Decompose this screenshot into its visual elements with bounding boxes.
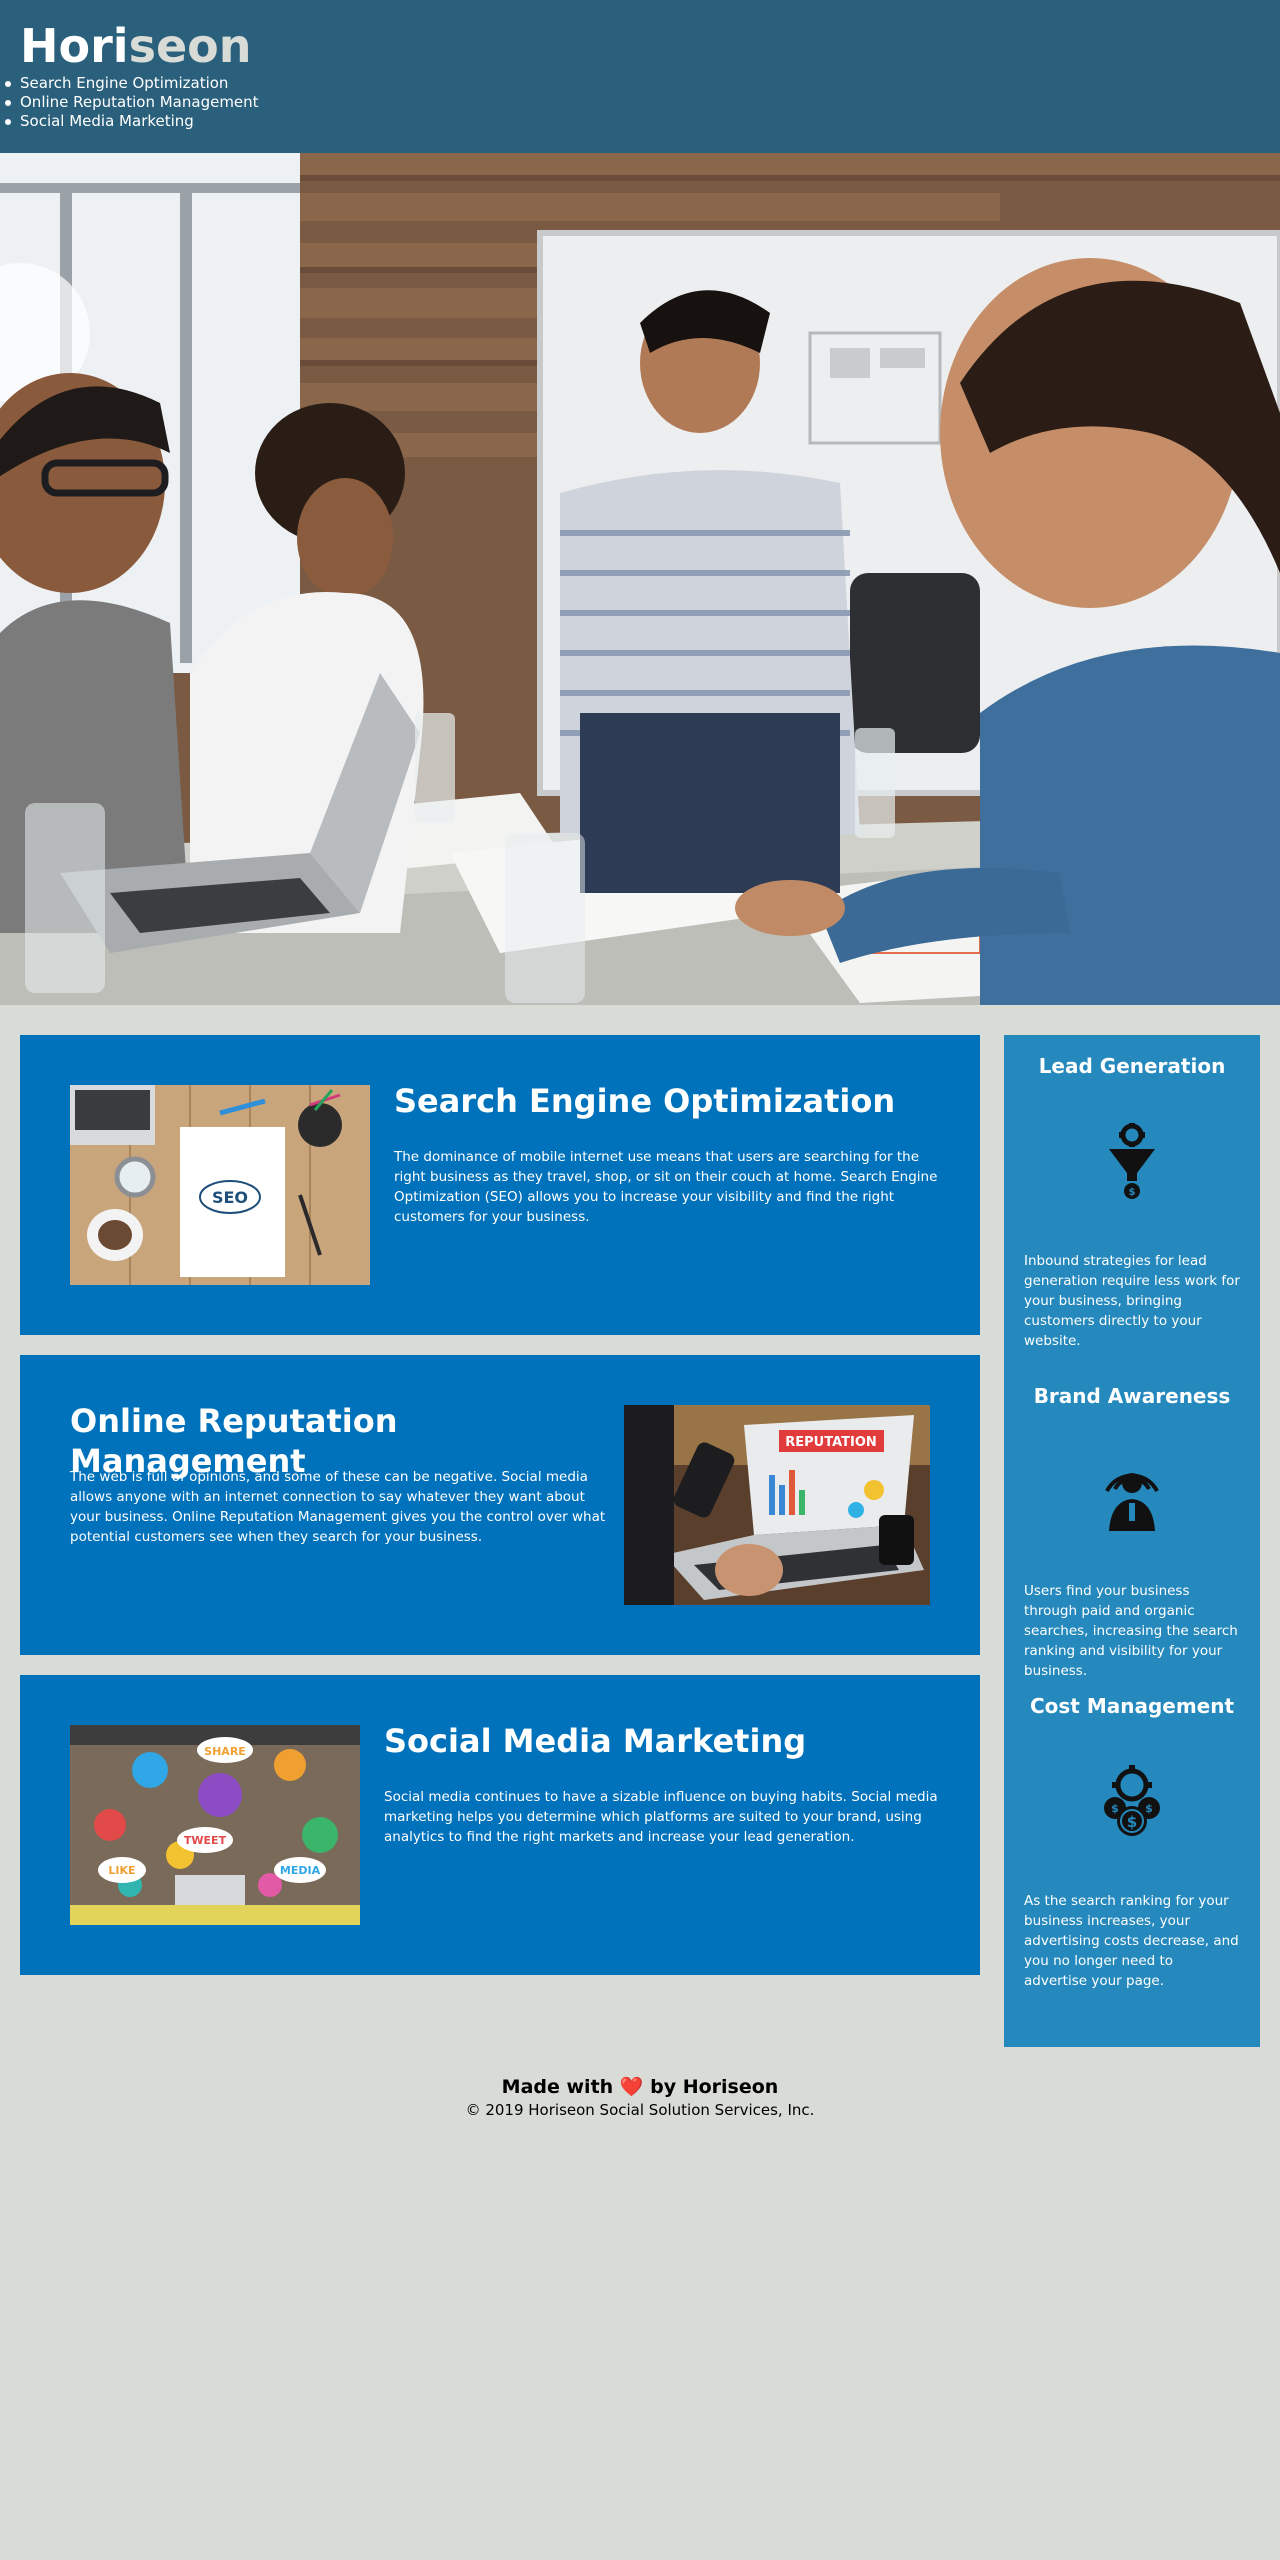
svg-text:$: $ xyxy=(1145,1802,1153,1815)
reputation-text: The web is full of opinions, and some of… xyxy=(70,1469,606,1545)
social-image-label-tweet: TWEET xyxy=(184,1834,227,1847)
social-title: Social Media Marketing xyxy=(384,1722,807,1760)
seo-image: SEO xyxy=(70,1085,370,1285)
nav-item-reputation[interactable]: Online Reputation Management xyxy=(5,93,259,112)
social-image-label-share: SHARE xyxy=(204,1745,246,1758)
nav-item-seo[interactable]: Search Engine Optimization xyxy=(5,74,259,93)
hero-meeting-illustration xyxy=(0,153,1280,1005)
funnel-dollar-icon: $ xyxy=(1109,1123,1155,1199)
social-image-label-like: LIKE xyxy=(108,1864,135,1877)
brand-awareness-title: Brand Awareness xyxy=(1033,1384,1231,1408)
hero-image xyxy=(0,153,1280,1005)
card-social: SHARE TWEET LIKE MEDIA Social Media Mark… xyxy=(20,1675,980,1975)
svg-text:$: $ xyxy=(1129,1187,1136,1198)
card-seo: SEO Search Engine Optimization The domin… xyxy=(20,1035,980,1335)
reputation-laptop-illustration: REPUTATION xyxy=(624,1405,930,1605)
footer-made-with: Made with ❤️ by Horiseon xyxy=(0,2074,1280,2100)
lead-generation-title: Lead Generation xyxy=(1038,1054,1226,1078)
card-reputation: Online Reputation Management The web is … xyxy=(20,1355,980,1655)
heart-icon: ❤️ xyxy=(619,2076,644,2098)
footer-copyright: © 2019 Horiseon Social Solution Services… xyxy=(465,2101,815,2119)
seo-image-label: SEO xyxy=(212,1188,248,1207)
logo-main-text: Hori xyxy=(20,19,129,73)
footer-made-suffix: by Horiseon xyxy=(650,2076,779,2098)
reputation-image-label: REPUTATION xyxy=(785,1435,877,1450)
lead-generation-text: Inbound strategies for lead generation r… xyxy=(1024,1253,1240,1349)
seo-desk-illustration: SEO xyxy=(70,1085,370,1285)
seo-title: Search Engine Optimization xyxy=(394,1082,896,1120)
social-text: Social media continues to have a sizable… xyxy=(384,1789,938,1845)
seo-text: The dominance of mobile internet use mea… xyxy=(394,1149,938,1225)
site-footer: Made with ❤️ by Horiseon © 2019 Horiseon… xyxy=(0,2074,1280,2120)
reputation-image: REPUTATION xyxy=(624,1405,930,1605)
svg-text:$: $ xyxy=(1127,1813,1137,1831)
gear-coins-icon: $ $ $ xyxy=(1104,1765,1160,1836)
benefits-sidebar: Lead Generation $ Inbound strategies for… xyxy=(1004,1035,1260,2047)
broadcast-person-icon xyxy=(1105,1473,1159,1531)
site-logo[interactable]: Horiseon xyxy=(20,18,252,74)
svg-text:$: $ xyxy=(1111,1802,1119,1815)
site-header: Horiseon Search Engine Optimization Onli… xyxy=(0,0,1280,153)
social-image-label-media: MEDIA xyxy=(280,1864,321,1877)
social-icons-illustration: SHARE TWEET LIKE MEDIA xyxy=(70,1725,360,1925)
logo-accent-text: seon xyxy=(128,19,252,73)
brand-awareness-text: Users find your business through paid an… xyxy=(1024,1583,1238,1679)
footer-made-prefix: Made with xyxy=(501,2076,614,2098)
cost-management-title: Cost Management xyxy=(1029,1694,1235,1718)
main-nav: Search Engine Optimization Online Reputa… xyxy=(5,74,259,131)
nav-item-social[interactable]: Social Media Marketing xyxy=(5,112,259,131)
cost-management-text: As the search ranking for your business … xyxy=(1024,1893,1239,1989)
social-image: SHARE TWEET LIKE MEDIA xyxy=(70,1725,360,1925)
